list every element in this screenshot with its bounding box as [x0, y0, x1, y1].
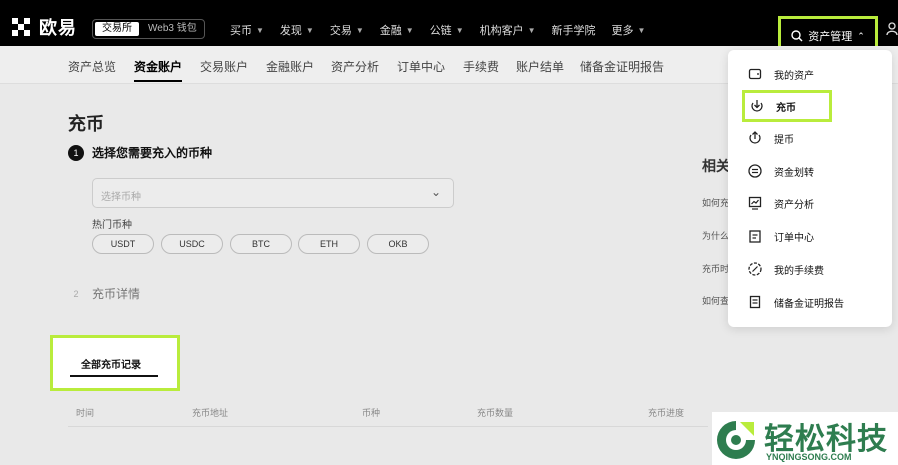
page-title: 充币 [68, 114, 104, 134]
okx-logo[interactable]: 欧易 [12, 14, 77, 40]
order-icon [749, 230, 761, 243]
step-deposit-details: 2 充币详情 [68, 285, 140, 302]
subnav-statements[interactable]: 账户结单 [516, 58, 564, 75]
subnav-asset-overview[interactable]: 资产总览 [68, 58, 116, 75]
nav-more[interactable]: 更多 ▼ [612, 22, 646, 38]
related-link[interactable]: 如何充 [702, 196, 729, 209]
step-label: 充币详情 [92, 287, 141, 301]
menu-item-withdraw[interactable]: 提币 [748, 128, 794, 148]
watermark-url: YNQINGSONG.COM [766, 452, 852, 462]
hot-coin-btc[interactable]: BTC [230, 234, 292, 254]
step-number: 2 [73, 288, 79, 299]
step-select-coin: 1 选择您需要充入的币种 [68, 144, 212, 161]
chevron-down-icon: ▼ [527, 25, 536, 35]
wallet-icon [748, 68, 762, 80]
subnav-trading-account[interactable]: 交易账户 [200, 58, 248, 75]
deposit-icon [751, 100, 763, 112]
coin-select[interactable]: 选择币种 ⌄ [92, 178, 454, 208]
nav-institutional[interactable]: 机构客户 ▼ [480, 22, 536, 38]
column-coin: 币种 [362, 408, 381, 418]
brand-name: 欧易 [39, 18, 77, 38]
nav-finance[interactable]: 金融 ▼ [380, 22, 414, 38]
chevron-up-icon: ⌃ [857, 30, 865, 41]
chevron-down-icon: ▼ [305, 25, 314, 35]
okx-logo-icon [12, 18, 34, 36]
column-address: 充币地址 [192, 408, 229, 418]
subnav-funding-account[interactable]: 资金账户 [134, 58, 183, 82]
menu-item-order-center[interactable]: 订单中心 [748, 226, 814, 246]
search-icon [791, 30, 803, 42]
chevron-down-icon: ▼ [355, 25, 364, 35]
platform-switch[interactable]: 交易所 Web3 钱包 [92, 19, 205, 39]
analysis-icon [748, 196, 762, 210]
nav-academy[interactable]: 新手学院 [552, 22, 596, 38]
subnav-order-center[interactable]: 订单中心 [397, 58, 445, 75]
hot-coin-okb[interactable]: OKB [367, 234, 429, 254]
hot-coin-usdt[interactable]: USDT [92, 234, 154, 254]
nav-trade[interactable]: 交易 ▼ [330, 22, 364, 38]
column-time: 时间 [76, 408, 95, 418]
menu-item-proof-of-reserves[interactable]: 储备金证明报告 [748, 292, 844, 312]
related-title: 相关 [702, 158, 730, 174]
nav-discover[interactable]: 发现 ▼ [280, 22, 314, 38]
chevron-down-icon: ▼ [405, 25, 414, 35]
subnav-fees[interactable]: 手续费 [463, 58, 499, 75]
column-amount: 充币数量 [477, 408, 514, 418]
chevron-down-icon: ▼ [637, 25, 646, 35]
chevron-down-icon: ⌄ [430, 185, 441, 199]
asset-management-label: 资产管理 [808, 31, 853, 43]
related-link[interactable]: 为什么 [702, 229, 729, 242]
asset-management-menu: 我的资产 充币 提币 资金划转 资产分析 订单中心 我的手续费 储备金证明报告 [728, 50, 892, 327]
web3-wallet-tab[interactable]: Web3 钱包 [141, 20, 204, 38]
hot-coins-label: 热门币种 [92, 220, 132, 231]
related-link[interactable]: 充币时 [702, 262, 729, 275]
watermark-logo-icon [717, 421, 755, 459]
menu-item-deposit[interactable]: 充币 [742, 90, 832, 122]
nav-buy-crypto[interactable]: 买币 ▼ [230, 22, 264, 38]
nav-chain[interactable]: 公链 ▼ [430, 22, 464, 38]
top-nav-bar: 欧易 交易所 Web3 钱包 买币 ▼ 发现 ▼ 交易 ▼ 金融 ▼ 公链 ▼ 机构客户 ▼… [0, 0, 898, 56]
fee-icon [748, 262, 762, 276]
report-icon [749, 295, 761, 309]
subnav-asset-analysis[interactable]: 资产分析 [331, 58, 379, 75]
hot-coin-usdc[interactable]: USDC [161, 234, 223, 254]
exchange-tab[interactable]: 交易所 [95, 22, 139, 36]
coin-select-placeholder: 选择币种 [101, 192, 141, 203]
all-deposit-records-tab[interactable]: 全部充币记录 [50, 335, 180, 391]
subnav-finance-account[interactable]: 金融账户 [266, 58, 314, 75]
table-divider [68, 426, 708, 427]
step-number: 1 [68, 144, 84, 161]
menu-item-my-assets[interactable]: 我的资产 [748, 64, 814, 84]
watermark: 轻松科技 YNQINGSONG.COM [712, 412, 898, 465]
menu-item-transfer[interactable]: 资金划转 [748, 161, 814, 181]
transfer-icon [748, 164, 762, 178]
step-label: 选择您需要充入的币种 [92, 146, 213, 160]
chevron-down-icon: ▼ [256, 25, 264, 35]
subnav-proof-of-reserves[interactable]: 储备金证明报告 [580, 58, 664, 75]
menu-item-my-fees[interactable]: 我的手续费 [748, 259, 824, 279]
withdraw-icon [749, 131, 761, 144]
column-progress: 充币进度 [648, 408, 685, 418]
menu-item-asset-analysis[interactable]: 资产分析 [748, 193, 814, 213]
records-tab-label: 全部充币记录 [81, 360, 141, 371]
active-tab-underline [70, 375, 158, 377]
hot-coin-eth[interactable]: ETH [298, 234, 360, 254]
user-icon[interactable] [886, 22, 898, 36]
related-link[interactable]: 如何查 [702, 294, 729, 307]
chevron-down-icon: ▼ [455, 25, 464, 35]
main-nav: 买币 ▼ 发现 ▼ 交易 ▼ 金融 ▼ 公链 ▼ 机构客户 ▼ 新手学院 更多 ▼ [230, 22, 645, 38]
